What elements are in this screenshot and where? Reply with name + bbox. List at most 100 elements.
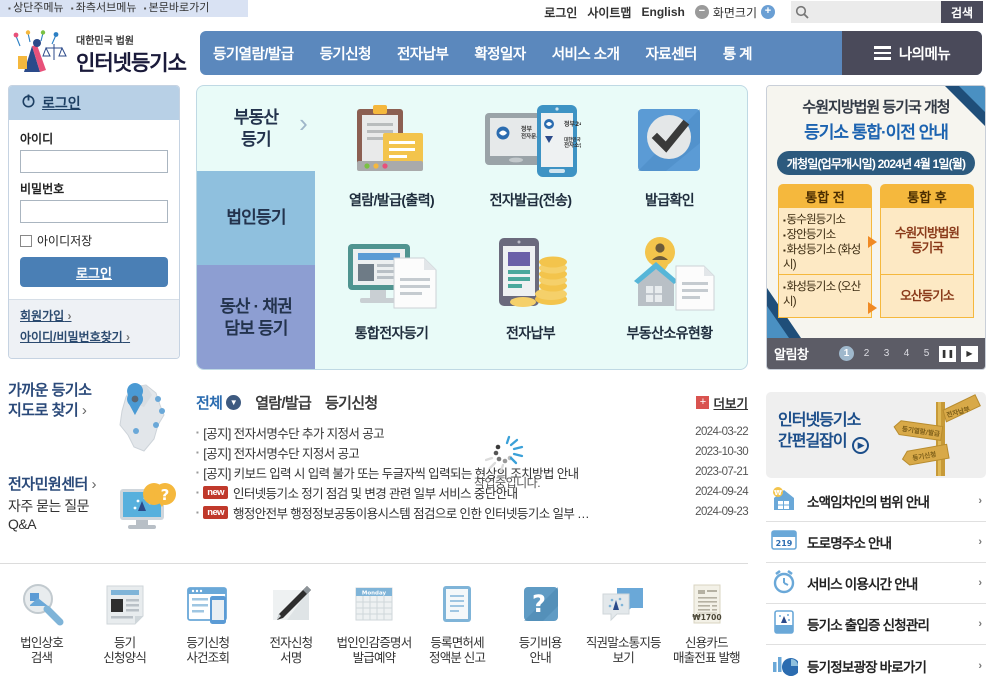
loading-indicator: 작업중입니다.	[452, 435, 562, 491]
guide-link-road-address[interactable]: 219 도로명주소 안내 ›	[766, 522, 986, 563]
utility-login-link[interactable]: 로그인	[544, 4, 577, 21]
notice-banner-body[interactable]: 수원지방법원 등기국 개청 등기소 통합·이전 안내 개청일(업무개시일) 20…	[767, 86, 985, 338]
notice-title: 행정안전부 행정정보공동이용시스템 점검으로 인한 인터넷등기소 일부 …	[232, 506, 590, 521]
service-icon-grid: 열람/발급(출력) 정부 전자문서지갑 정부2 대한민국 전자소 전자발급(전송…	[322, 96, 739, 361]
nav-item-service-intro[interactable]: 서비스 소개	[539, 43, 633, 64]
search-button[interactable]: 검색	[941, 1, 983, 23]
password-input[interactable]	[20, 200, 168, 223]
font-increase-button[interactable]: +	[761, 5, 775, 19]
quick-link-label: 등기 신청양식	[103, 636, 147, 665]
nav-item-deungi-apply[interactable]: 등기신청	[307, 43, 384, 64]
skip-link-content[interactable]: 본문바로가기	[144, 2, 210, 14]
notice-tab-apply[interactable]: 등기신청	[325, 392, 378, 413]
quick-link-registration-cost[interactable]: ? 등기비용 안내	[499, 578, 581, 666]
guide-link-access-pass[interactable]: 등기소 출입증 신청관리 ›	[766, 604, 986, 645]
search-input[interactable]	[791, 1, 941, 23]
service-item-epayment-label: 전자납부	[505, 324, 556, 341]
speech-bubbles-icon	[599, 578, 647, 630]
svg-text:?: ?	[161, 486, 170, 504]
nav-item-epayment[interactable]: 전자납부	[384, 43, 461, 64]
notice-tab-view-issue[interactable]: 열람/발급	[255, 392, 312, 413]
svg-text:219: 219	[776, 539, 793, 548]
loading-text: 작업중입니다.	[473, 476, 541, 490]
guide-banner[interactable]: 인터넷등기소 간편길잡이 ▶ 전자납부 등기열람/발급 등기신청	[766, 392, 986, 478]
guide-sidebar: 인터넷등기소 간편길잡이 ▶ 전자납부 등기열람/발급 등기신청 ₩ 소액임차인…	[766, 392, 986, 686]
pause-icon[interactable]: ❚❚	[939, 345, 956, 362]
notice-more-button[interactable]: + 더보기	[696, 393, 748, 412]
chevron-right-icon-2: ›	[91, 476, 96, 493]
quick-link-license-tax-report[interactable]: 등록면허세 정액분 신고	[416, 578, 498, 666]
site-logo[interactable]: 대한민국 법원 인터넷등기소	[10, 28, 195, 76]
font-decrease-button[interactable]: −	[694, 5, 709, 19]
save-id-checkbox[interactable]: 아이디저장	[20, 232, 168, 249]
banner-page-4[interactable]: 4	[899, 346, 914, 361]
utility-english-link[interactable]: English	[641, 5, 684, 19]
my-menu-button[interactable]: 나의메뉴	[842, 31, 982, 75]
banner-after-header: 통합 후	[880, 184, 974, 208]
nav-item-fixed-date[interactable]: 확정일자	[461, 43, 538, 64]
svg-text:?: ?	[532, 590, 546, 618]
quick-link-seal-cert-reservation[interactable]: Monday 법인인감증명서 발급예약	[333, 578, 415, 666]
banner-page-5[interactable]: 5	[919, 346, 934, 361]
banner-page-2[interactable]: 2	[859, 346, 874, 361]
service-item-epayment[interactable]: 전자납부	[461, 229, 600, 362]
banner-page-1[interactable]: 1	[839, 346, 854, 361]
service-item-electronic-issue-label: 전자발급(전송)	[489, 192, 572, 208]
civil-center[interactable]: 전자민원센터 › 자주 묻는 질문 Q&A ?	[8, 473, 180, 551]
quick-link-corporate-name-search[interactable]: 법인상호 검색	[1, 578, 83, 666]
banner-corner-decoration-tr2	[959, 86, 985, 112]
guide-link-small-lessee[interactable]: ₩ 소액임차인의 범위 안내 ›	[766, 481, 986, 522]
find-nearby-office[interactable]: 가까운 등기소 지도로 찾기 ›	[8, 381, 180, 461]
guide-link-service-hours[interactable]: 서비스 이용시간 안내 ›	[766, 563, 986, 604]
arrow-right-icon-1	[868, 236, 877, 248]
arrow-right-icon-2	[868, 302, 877, 314]
notice-date: 2023-10-30	[695, 446, 748, 458]
bullet-icon: ▪	[196, 427, 199, 437]
guide-link-list: ₩ 소액임차인의 범위 안내 › 219 도로명주소 안내 › 서비스 이용시간…	[766, 481, 986, 686]
guide-link-label: 등기소 출입증 신청관리	[807, 618, 930, 633]
my-menu-label: 나의메뉴	[898, 46, 951, 63]
monitor-document-icon	[344, 229, 440, 321]
quick-link-case-lookup[interactable]: 등기신청 사건조회	[167, 578, 249, 666]
quick-link-cancellation-notice[interactable]: 직권말소통지등 보기	[582, 578, 664, 666]
utility-sitemap-link[interactable]: 사이트맵	[587, 4, 631, 21]
notice-tab-all[interactable]: 전체	[196, 392, 223, 413]
login-submit-button[interactable]: 로그인	[20, 257, 168, 287]
find-id-password-link[interactable]: 아이디/비밀번호찾기	[20, 328, 168, 345]
nav-item-deungi-view[interactable]: 등기열람/발급	[200, 43, 307, 64]
service-category-tabs: 부동산 등기 › 법인등기 동산 · 채권 담보 등기	[197, 86, 315, 369]
quick-link-label: 신용카드 매출전표 발행	[672, 636, 741, 665]
quick-link-credit-card-receipt[interactable]: ₩1700 신용카드 매출전표 발행	[665, 578, 747, 666]
id-badge-icon	[770, 609, 798, 640]
service-item-ownership-status[interactable]: 부동산소유현황	[600, 229, 739, 362]
tablet-phone-icon: 정부 전자문서지갑 정부24 대한민국법원 전자소송	[481, 96, 581, 188]
service-tab-real-estate[interactable]: 부동산 등기 ›	[197, 86, 315, 171]
signup-link[interactable]: 회원가입	[20, 307, 168, 324]
service-item-issue-verify[interactable]: 발급확인	[600, 96, 739, 229]
nav-item-data-center[interactable]: 자료센터	[632, 43, 709, 64]
guide-link-info-plaza[interactable]: 등기정보광장 바로가기 ›	[766, 645, 986, 686]
banner-page-3[interactable]: 3	[879, 346, 894, 361]
next-icon[interactable]: ▶	[961, 345, 978, 362]
notice-date: 2024-09-24	[695, 486, 748, 498]
service-item-integrated-registry[interactable]: 통합전자등기	[322, 229, 461, 362]
service-tab-corporate[interactable]: 법인등기	[197, 171, 315, 265]
service-tab-movables[interactable]: 동산 · 채권 담보 등기	[197, 265, 315, 369]
left-column: 로그인 아이디 비밀번호 아이디저장 로그인 회원가입 아이디/비밀번호찾기 가…	[8, 85, 180, 551]
clipboard-document-icon	[349, 96, 435, 188]
service-item-view-issue[interactable]: 열람/발급(출력)	[322, 96, 461, 229]
id-input[interactable]	[20, 150, 168, 173]
notice-date: 2023-07-21	[695, 466, 748, 478]
skip-link-side-menu[interactable]: 좌측서브메뉴	[71, 2, 137, 14]
guide-banner-line2: 간편길잡이	[778, 433, 848, 450]
service-item-issue-verify-label: 발급확인	[644, 192, 695, 208]
skip-link-top-menu[interactable]: 상단주메뉴	[8, 2, 64, 14]
find-office-line1: 가까운 등기소	[8, 382, 92, 399]
quick-link-application-form[interactable]: 등기 신청양식	[84, 578, 166, 666]
chevron-down-icon[interactable]: ▼	[226, 395, 242, 410]
notice-row[interactable]: ▪ new 행정안전부 행정정보공동이용시스템 점검으로 인한 인터넷등기소 일…	[196, 502, 749, 522]
quick-link-esign[interactable]: 전자신청 서명	[250, 578, 332, 666]
nav-item-statistics[interactable]: 통 계	[710, 43, 765, 64]
service-item-electronic-issue[interactable]: 정부 전자문서지갑 정부24 대한민국법원 전자소송 전자발급(전송)	[461, 96, 600, 229]
banner-footer-label: 알림창	[774, 347, 809, 362]
